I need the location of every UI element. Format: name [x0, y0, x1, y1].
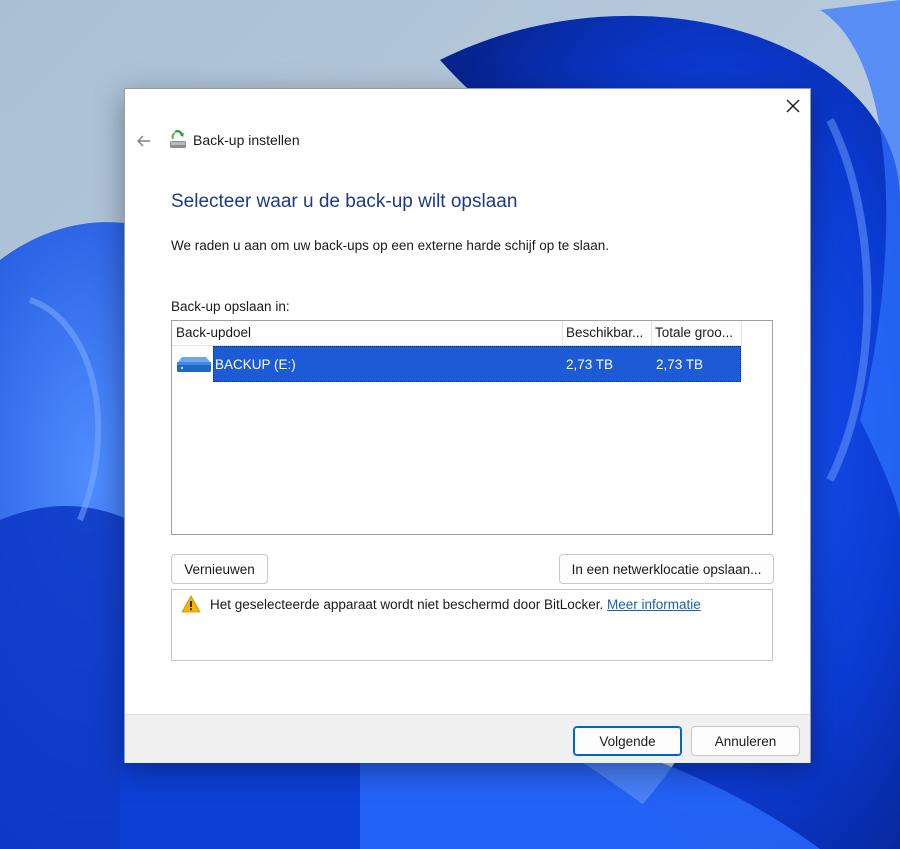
backup-setup-dialog: Back-up instellen Selecteer waar u de ba…: [124, 88, 811, 763]
selected-row-highlight: BACKUP (E:) 2,73 TB 2,73 TB: [213, 346, 741, 382]
warning-icon: [181, 595, 201, 613]
table-row[interactable]: BACKUP (E:) 2,73 TB 2,73 TB: [172, 345, 742, 383]
close-icon: [786, 99, 800, 113]
backup-app-icon: [170, 130, 186, 148]
page-heading: Selecteer waar u de back-up wilt opslaan: [171, 191, 518, 212]
dialog-title: Back-up instellen: [193, 132, 300, 148]
column-header-total[interactable]: Totale groo...: [651, 321, 741, 345]
warning-text: Het geselecteerde apparaat wordt niet be…: [210, 597, 604, 612]
next-button[interactable]: Volgende: [573, 726, 682, 756]
back-button[interactable]: [133, 129, 155, 153]
row-available-space: 2,73 TB: [566, 357, 614, 372]
dialog-footer: Volgende Annuleren: [125, 714, 810, 763]
warning-message: Het geselecteerde apparaat wordt niet be…: [210, 597, 701, 612]
back-arrow-icon: [137, 135, 150, 147]
refresh-button[interactable]: Vernieuwen: [171, 554, 268, 584]
column-header-available[interactable]: Beschikbar...: [562, 321, 651, 345]
column-header-destination[interactable]: Back-updoel: [172, 321, 562, 345]
row-total-size: 2,73 TB: [656, 357, 704, 372]
hard-drive-icon: [177, 357, 211, 372]
bitlocker-warning-panel: Het geselecteerde apparaat wordt niet be…: [171, 589, 773, 661]
recommendation-text: We raden u aan om uw back-ups op een ext…: [171, 238, 610, 253]
column-separator[interactable]: [741, 321, 742, 345]
close-button[interactable]: [777, 91, 809, 121]
list-header: Back-updoel Beschikbar... Totale groo...: [172, 321, 742, 346]
row-destination-name: BACKUP (E:): [215, 357, 296, 372]
destination-list-label: Back-up opslaan in:: [171, 299, 290, 314]
cancel-button[interactable]: Annuleren: [691, 726, 800, 756]
more-info-link[interactable]: Meer informatie: [607, 597, 701, 612]
backup-destination-list[interactable]: Back-updoel Beschikbar... Totale groo...…: [171, 320, 773, 535]
save-network-location-button[interactable]: In een netwerklocatie opslaan...: [559, 554, 774, 584]
